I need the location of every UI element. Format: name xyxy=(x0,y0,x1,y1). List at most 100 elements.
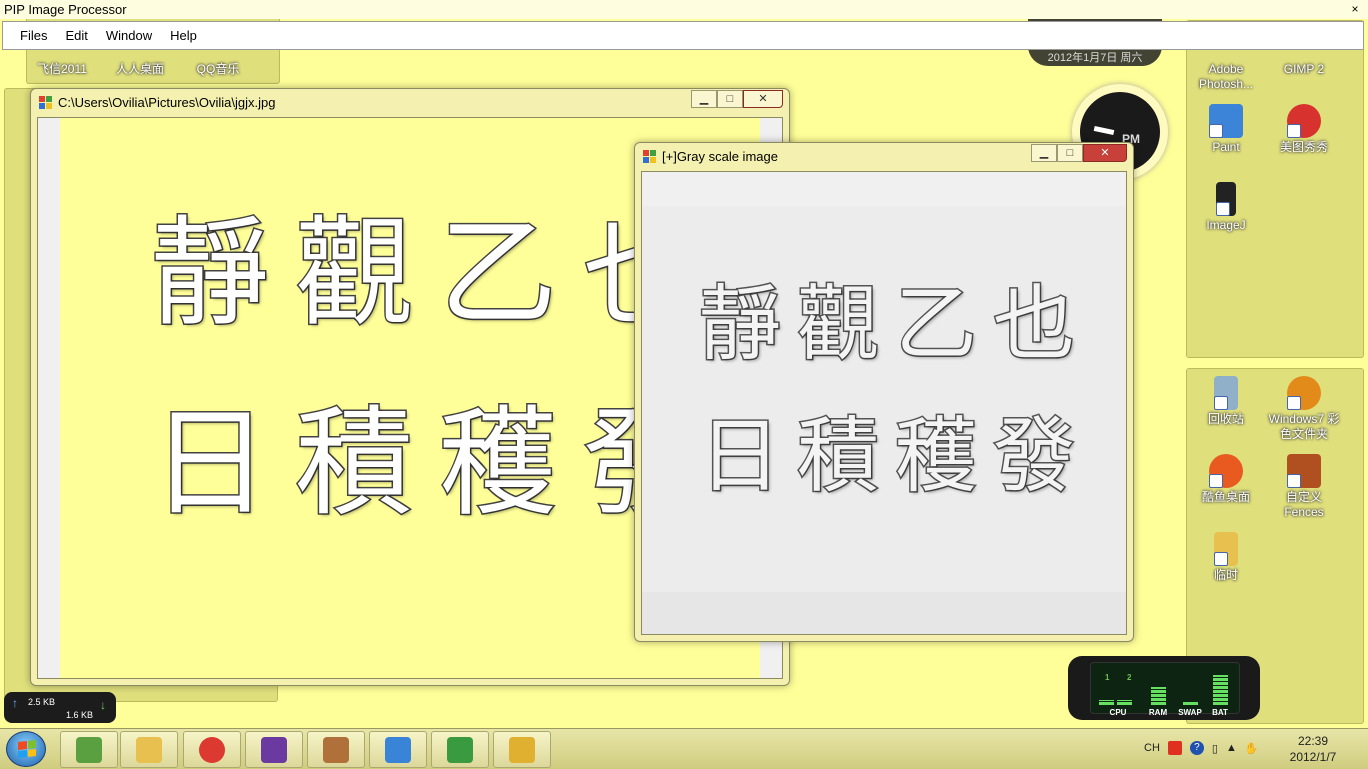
paint-icon xyxy=(1209,104,1243,138)
greenshot-icon xyxy=(447,736,473,763)
desktop-icon-kuyu[interactable]: 酷鱼桌面 xyxy=(1188,454,1264,505)
desktop-icon-meitu[interactable]: 美图秀秀 xyxy=(1266,104,1342,155)
gray-seal-glyph: 乙 xyxy=(893,276,978,374)
window-title-bar: [+]Gray scale image xyxy=(643,146,1023,166)
gray-seal-glyph: 靜 xyxy=(697,276,782,374)
paint-icon xyxy=(385,736,411,763)
desktop-icon-label: 临时 xyxy=(1213,568,1238,582)
swap-bar xyxy=(1183,701,1198,705)
desktop-icon-gimp[interactable]: GIMP 2 xyxy=(1266,62,1342,77)
glyph-grid: 靜 觀 乙 也 日 積 穫 發 xyxy=(692,270,1082,534)
desktop-icon-label: 酷鱼桌面 xyxy=(1201,490,1250,504)
close-button[interactable]: ✕ xyxy=(1083,144,1127,162)
clock-hand xyxy=(1093,125,1115,136)
gray-seal-glyph: 觀 xyxy=(795,276,880,374)
app-icon xyxy=(39,95,52,109)
chrome-icon xyxy=(199,736,225,763)
desktop-icon-label: Windows7 彩色文件夹 xyxy=(1268,412,1340,441)
maximize-button[interactable]: □ xyxy=(717,90,743,108)
core-2-label: 2 xyxy=(1127,673,1132,682)
glyph-grid: 靜 觀 乙 也 日 積 穫 發 xyxy=(140,198,712,578)
window-controls: ▁ □ ✕ xyxy=(691,90,783,108)
desktop-icon-label: 人人桌面 xyxy=(115,62,164,76)
close-button[interactable]: ✕ xyxy=(743,90,783,108)
app-title-bar: PIP Image Processor × xyxy=(0,0,1368,19)
window-title: [+]Gray scale image xyxy=(662,148,778,164)
desktop-icon-paint[interactable]: Paint xyxy=(1188,104,1264,155)
gray-seal-glyph: 穫 xyxy=(893,408,978,506)
fences-icon xyxy=(323,736,349,763)
maximize-button[interactable]: □ xyxy=(1057,144,1083,162)
desktop-icon-win7-folder[interactable]: Windows7 彩色文件夹 xyxy=(1266,376,1342,442)
language-indicator[interactable]: CH xyxy=(1144,742,1160,754)
desktop-icon-recycle-bin[interactable]: 回收站 xyxy=(1188,376,1264,427)
menu-window[interactable]: Window xyxy=(97,25,161,46)
taskbar-button[interactable] xyxy=(493,731,551,768)
window-title: C:\Users\Ovilia\Pictures\Ovilia\jgjx.jpg xyxy=(58,94,276,110)
desktop-icon-temp-folder[interactable]: 临时 xyxy=(1188,532,1264,583)
visual-studio-icon xyxy=(261,736,287,763)
desktop-icon-photoshop[interactable]: Adobe Photosh... xyxy=(1188,62,1264,92)
gray-image-canvas: 靜 觀 乙 也 日 積 穫 發 xyxy=(641,171,1127,635)
menu-help[interactable]: Help xyxy=(161,25,206,46)
folder-icon xyxy=(1214,532,1238,566)
taskbar-button[interactable] xyxy=(369,731,427,768)
taskbar-button[interactable] xyxy=(60,731,118,768)
help-icon[interactable]: ? xyxy=(1189,741,1204,755)
minimize-button[interactable]: ▁ xyxy=(1031,144,1057,162)
app-icon xyxy=(643,149,656,163)
network-tray-icon[interactable]: ▯ xyxy=(1212,742,1218,755)
gray-seal-glyph: 也 xyxy=(991,276,1076,374)
desktop-icon-qqmusic[interactable]: QQ音乐 xyxy=(180,62,256,77)
taskbar-clock[interactable]: 22:39 2012/1/7 xyxy=(1280,733,1346,765)
sogou-icon[interactable] xyxy=(1167,741,1182,755)
meter-panel: 1 2 CPU RAM SWAP BAT xyxy=(1090,662,1240,717)
desktop-icon-label: 回收站 xyxy=(1207,412,1244,426)
taskbar: CH ? ▯ ▲ ✋ 22:39 2012/1/7 xyxy=(0,728,1368,769)
battery-bar xyxy=(1213,675,1228,705)
desktop-icon-label: Adobe Photosh... xyxy=(1198,62,1254,91)
close-icon[interactable]: × xyxy=(1346,1,1364,17)
meitu-icon xyxy=(1287,104,1321,138)
seal-glyph: 觀 xyxy=(293,203,414,344)
desktop-icon-label: GIMP 2 xyxy=(1283,62,1325,76)
windows-logo-icon xyxy=(18,740,36,758)
pip-app-icon xyxy=(509,736,535,763)
taskbar-button[interactable] xyxy=(431,731,489,768)
taskbar-button[interactable] xyxy=(183,731,241,768)
taskbar-button[interactable] xyxy=(120,731,178,768)
desktop-icon-fetion[interactable]: 飞信2011 xyxy=(24,62,100,77)
desktop-icon-fences[interactable]: 自定义 Fences xyxy=(1266,454,1342,520)
explorer-icon xyxy=(136,736,162,763)
action-center-icon[interactable]: ✋ xyxy=(1245,742,1259,755)
taskbar-button[interactable] xyxy=(245,731,303,768)
clock-time: 22:39 xyxy=(1297,734,1329,748)
taskbar-button[interactable] xyxy=(307,731,365,768)
gray-seal-glyph: 日 xyxy=(697,408,782,506)
desktop-icon-label: 美图秀秀 xyxy=(1279,140,1328,154)
seal-glyph: 靜 xyxy=(149,203,270,344)
menu-edit[interactable]: Edit xyxy=(56,25,96,46)
fences-icon xyxy=(1287,454,1321,488)
start-button[interactable] xyxy=(6,731,46,767)
menu-bar: Files Edit Window Help xyxy=(2,21,1364,50)
cpu-label: CPU xyxy=(1109,708,1127,717)
ram-label: RAM xyxy=(1148,708,1168,717)
desktop-icon-imagej[interactable]: ImageJ xyxy=(1188,182,1264,233)
seal-glyph: 日 xyxy=(149,393,270,534)
gray-seal-glyph: 積 xyxy=(795,408,880,506)
core-1-label: 1 xyxy=(1105,673,1110,682)
menu-files[interactable]: Files xyxy=(11,25,56,46)
minimize-button[interactable]: ▁ xyxy=(691,90,717,108)
window-controls: ▁ □ ✕ xyxy=(1031,144,1127,162)
swap-label: SWAP xyxy=(1178,708,1202,717)
system-tray: CH ? ▯ ▲ ✋ xyxy=(1144,738,1259,758)
pinwheel-icon xyxy=(1287,376,1321,410)
download-rate: 1.6 KB xyxy=(66,710,94,720)
desktop-icon-renren[interactable]: 人人桌面 xyxy=(102,62,178,77)
ram-bar xyxy=(1151,687,1166,705)
clock-date: 2012/1/7 xyxy=(1289,750,1337,764)
clock-gadget-date: 2012年1月7日 周六 xyxy=(1047,52,1143,64)
network-meter-widget: ↑ 2.5 KB 1.6 KB ↓ xyxy=(4,692,116,723)
show-hidden-icons-icon[interactable]: ▲ xyxy=(1226,742,1237,754)
